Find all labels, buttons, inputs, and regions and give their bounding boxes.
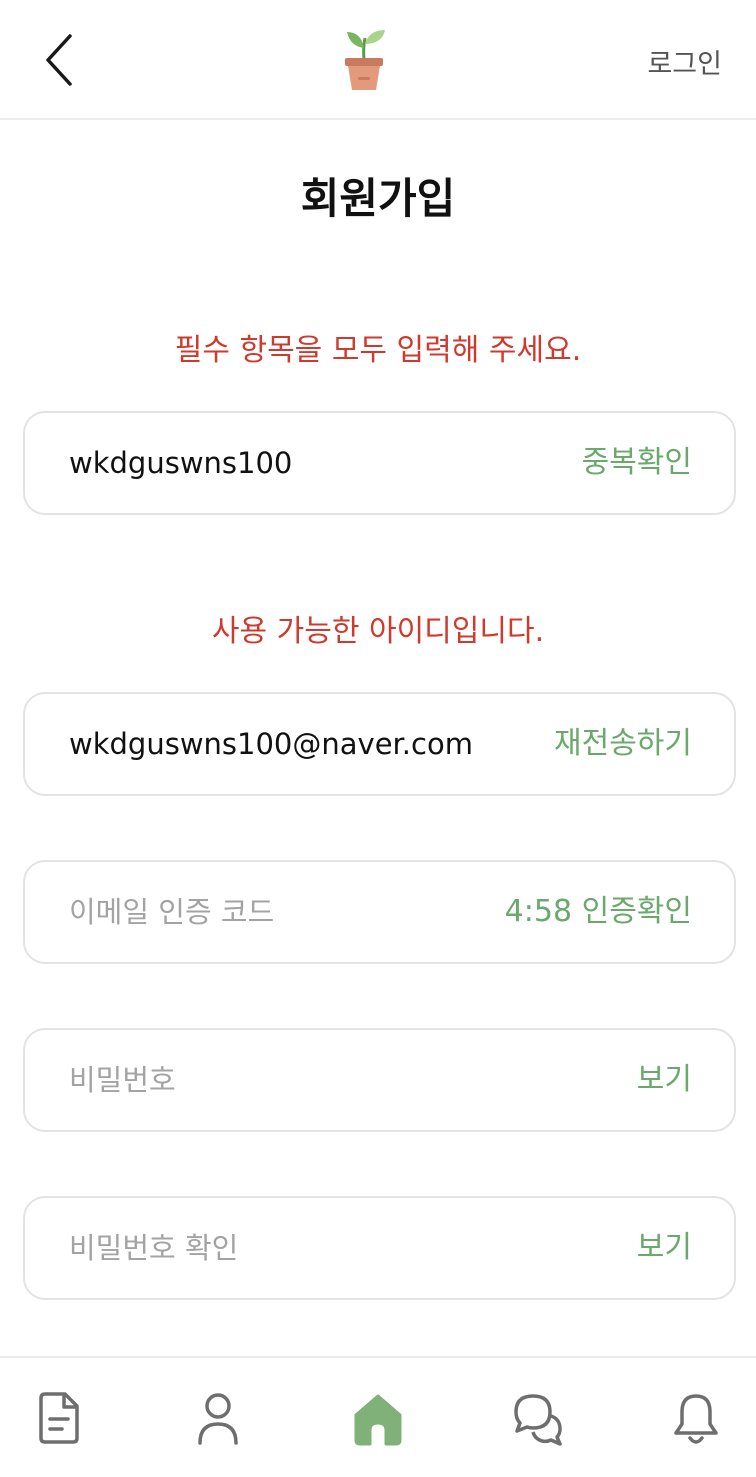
password-confirm-field: 보기 [23, 1196, 736, 1300]
bottom-nav [0, 1356, 756, 1477]
top-bar: 로그인 [0, 0, 756, 120]
show-password-confirm-button[interactable]: 보기 [637, 1198, 692, 1298]
chat-bubbles-icon [514, 1394, 562, 1446]
verify-action: 4:58 인증확인 [505, 862, 692, 962]
code-timer: 4:58 [504, 894, 573, 929]
user-id-input[interactable] [69, 413, 539, 513]
check-duplicate-button[interactable]: 중복확인 [582, 413, 692, 513]
show-password-button[interactable]: 보기 [637, 1030, 692, 1130]
login-link[interactable]: 로그인 [647, 42, 722, 81]
email-input[interactable] [69, 694, 539, 794]
nav-item-notifications[interactable] [668, 1388, 724, 1448]
nav-item-home[interactable] [350, 1388, 406, 1448]
password-confirm-input[interactable] [69, 1198, 539, 1298]
email-code-field: 4:58 인증확인 [23, 860, 736, 964]
chevron-left-icon [46, 34, 72, 86]
password-field: 보기 [23, 1028, 736, 1132]
nav-item-chat[interactable] [509, 1388, 565, 1448]
password-input[interactable] [69, 1030, 539, 1130]
required-fields-error: 필수 항목을 모두 입력해 주세요. [174, 333, 582, 368]
verify-code-button[interactable]: 인증확인 [582, 894, 692, 929]
signup-screen: 로그인 회원가입 필수 항목을 모두 입력해 주세요. 중복확인 사용 가능한 … [0, 0, 756, 1477]
id-available-message: 사용 가능한 아이디입니다. [211, 614, 545, 649]
email-field: 재전송하기 [23, 692, 736, 796]
bell-icon [674, 1394, 718, 1444]
email-code-input[interactable] [69, 862, 539, 962]
user-id-field: 중복확인 [23, 411, 736, 515]
home-icon [354, 1394, 402, 1446]
nav-item-documents[interactable] [31, 1388, 87, 1448]
sprout-pot-icon [345, 30, 385, 90]
person-icon [198, 1393, 238, 1445]
resend-button[interactable]: 재전송하기 [554, 694, 692, 794]
app-logo [336, 24, 392, 94]
document-icon [39, 1392, 79, 1444]
back-button[interactable] [36, 30, 84, 90]
page-title: 회원가입 [300, 174, 456, 223]
nav-item-profile[interactable] [190, 1388, 246, 1448]
